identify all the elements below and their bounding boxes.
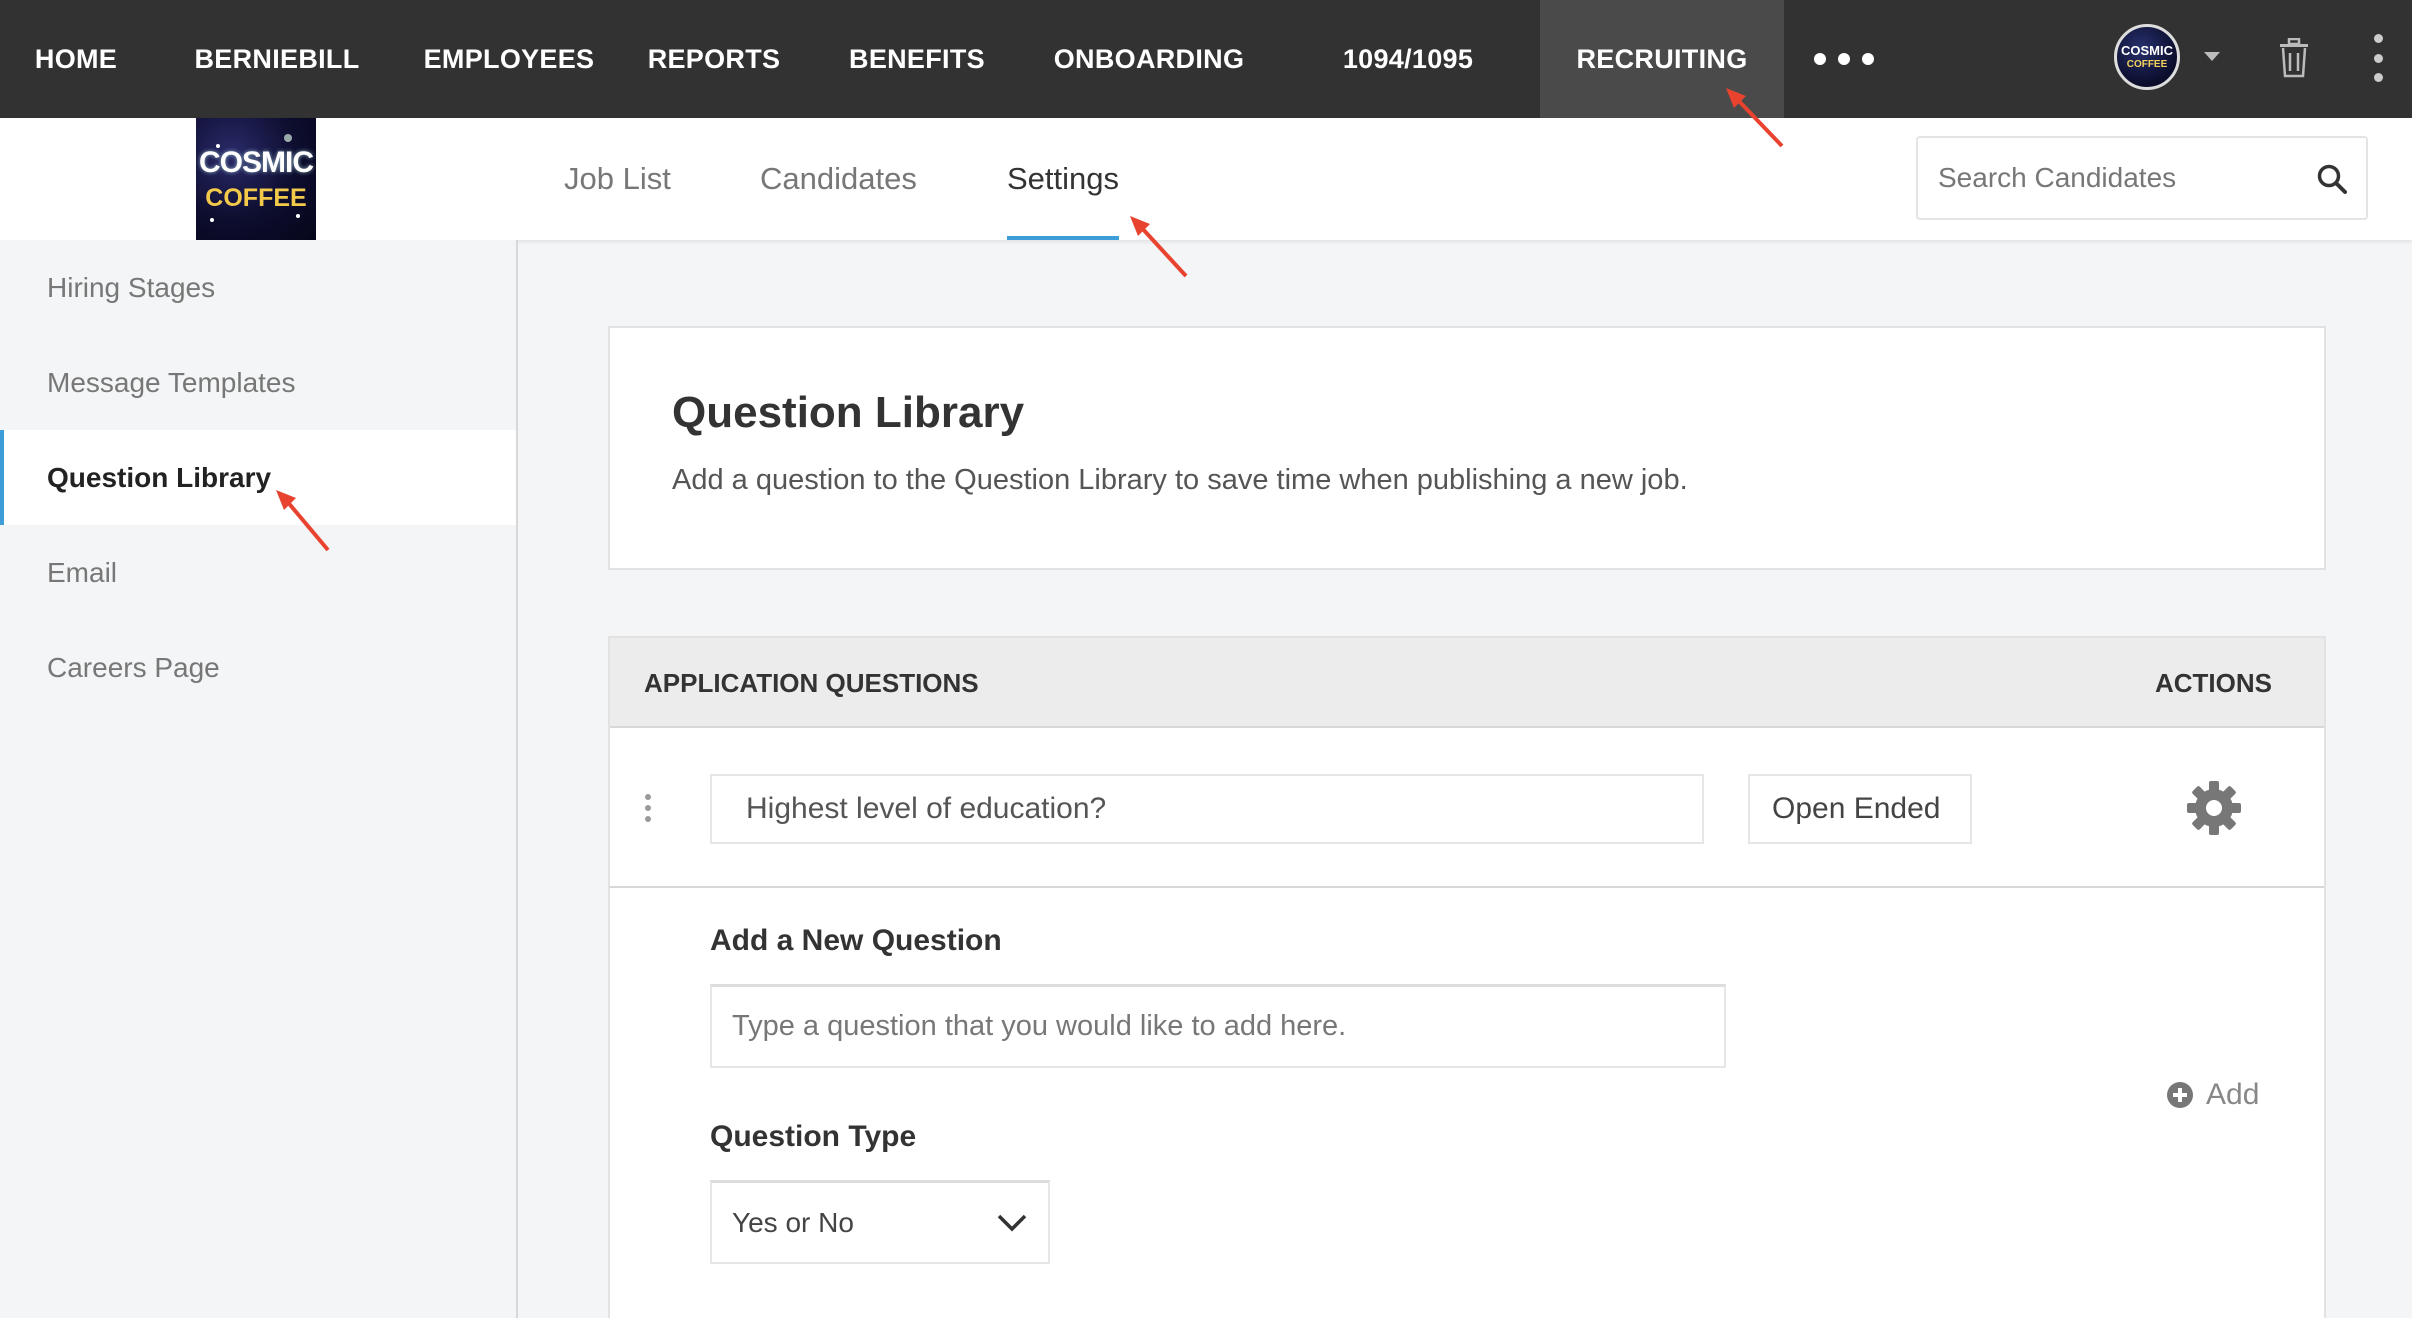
sidebar-item-careers-page[interactable]: Careers Page <box>0 620 516 715</box>
avatar[interactable]: COSMIC COFFEE <box>2114 24 2180 90</box>
header-application-questions: APPLICATION QUESTIONS <box>644 668 979 698</box>
nav-employees[interactable]: EMPLOYEES <box>402 0 616 118</box>
more-menu-icon[interactable] <box>1784 0 1904 118</box>
logo-line1: COSMIC <box>199 146 314 180</box>
tab-settings[interactable]: Settings <box>1007 118 1120 240</box>
nav-berniebill[interactable]: BERNIEBILL <box>152 0 402 118</box>
nav-reports[interactable]: REPORTS <box>616 0 812 118</box>
new-question-input[interactable] <box>710 984 1726 1068</box>
chevron-down-icon <box>997 1214 1027 1232</box>
header-actions: ACTIONS <box>2155 668 2272 698</box>
add-question-title: Add a New Question <box>710 924 1002 957</box>
sub-header: COSMIC COFFEE Job List Candidates Settin… <box>0 118 2412 240</box>
kebab-menu-icon[interactable] <box>2372 34 2384 82</box>
caret-down-icon[interactable] <box>2204 52 2220 61</box>
question-type-value: Open Ended <box>1748 774 1972 844</box>
question-type-label: Question Type <box>710 1120 917 1153</box>
page-title: Question Library <box>672 388 1025 437</box>
tab-job-list[interactable]: Job List <box>564 118 671 240</box>
avatar-line2: COFFEE <box>2126 59 2168 70</box>
search-box <box>1916 136 2368 220</box>
drag-handle-icon[interactable] <box>645 794 653 822</box>
question-type-select[interactable]: Yes or No <box>710 1180 1050 1264</box>
table-header: APPLICATION QUESTIONS ACTIONS <box>610 638 2324 728</box>
nav-1094-1095[interactable]: 1094/1095 <box>1276 0 1540 118</box>
nav-home[interactable]: HOME <box>0 0 152 118</box>
nav-onboarding[interactable]: ONBOARDING <box>1022 0 1276 118</box>
nav-recruiting[interactable]: RECRUITING <box>1540 0 1784 118</box>
top-nav: HOME BERNIEBILL EMPLOYEES REPORTS BENEFI… <box>0 0 2412 118</box>
trash-icon[interactable] <box>2276 38 2312 78</box>
questions-table: APPLICATION QUESTIONS ACTIONS Highest le… <box>608 636 2326 1318</box>
add-question-button[interactable]: Add <box>2166 1078 2259 1112</box>
intro-card: Question Library Add a question to the Q… <box>608 326 2326 570</box>
add-label: Add <box>2206 1078 2260 1111</box>
company-logo: COSMIC COFFEE <box>196 118 316 240</box>
gear-icon[interactable] <box>2186 780 2242 836</box>
question-text[interactable]: Highest level of education? <box>710 774 1704 844</box>
sidebar-item-email[interactable]: Email <box>0 525 516 620</box>
table-row: Highest level of education? Open Ended <box>610 728 2324 888</box>
nav-benefits[interactable]: BENEFITS <box>812 0 1022 118</box>
tab-candidates[interactable]: Candidates <box>760 118 917 240</box>
settings-sidebar: Hiring Stages Message Templates Question… <box>0 240 518 1318</box>
logo-line2: COFFEE <box>205 183 307 212</box>
avatar-line1: COSMIC <box>2121 43 2173 58</box>
sidebar-item-question-library[interactable]: Question Library <box>0 430 516 525</box>
plus-circle-icon <box>2167 1082 2193 1108</box>
question-type-selected: Yes or No <box>732 1206 854 1238</box>
sidebar-item-hiring-stages[interactable]: Hiring Stages <box>0 240 516 335</box>
page-description: Add a question to the Question Library t… <box>672 464 1688 496</box>
search-icon[interactable] <box>2316 163 2348 195</box>
search-input[interactable] <box>1938 162 2308 194</box>
sidebar-item-message-templates[interactable]: Message Templates <box>0 335 516 430</box>
